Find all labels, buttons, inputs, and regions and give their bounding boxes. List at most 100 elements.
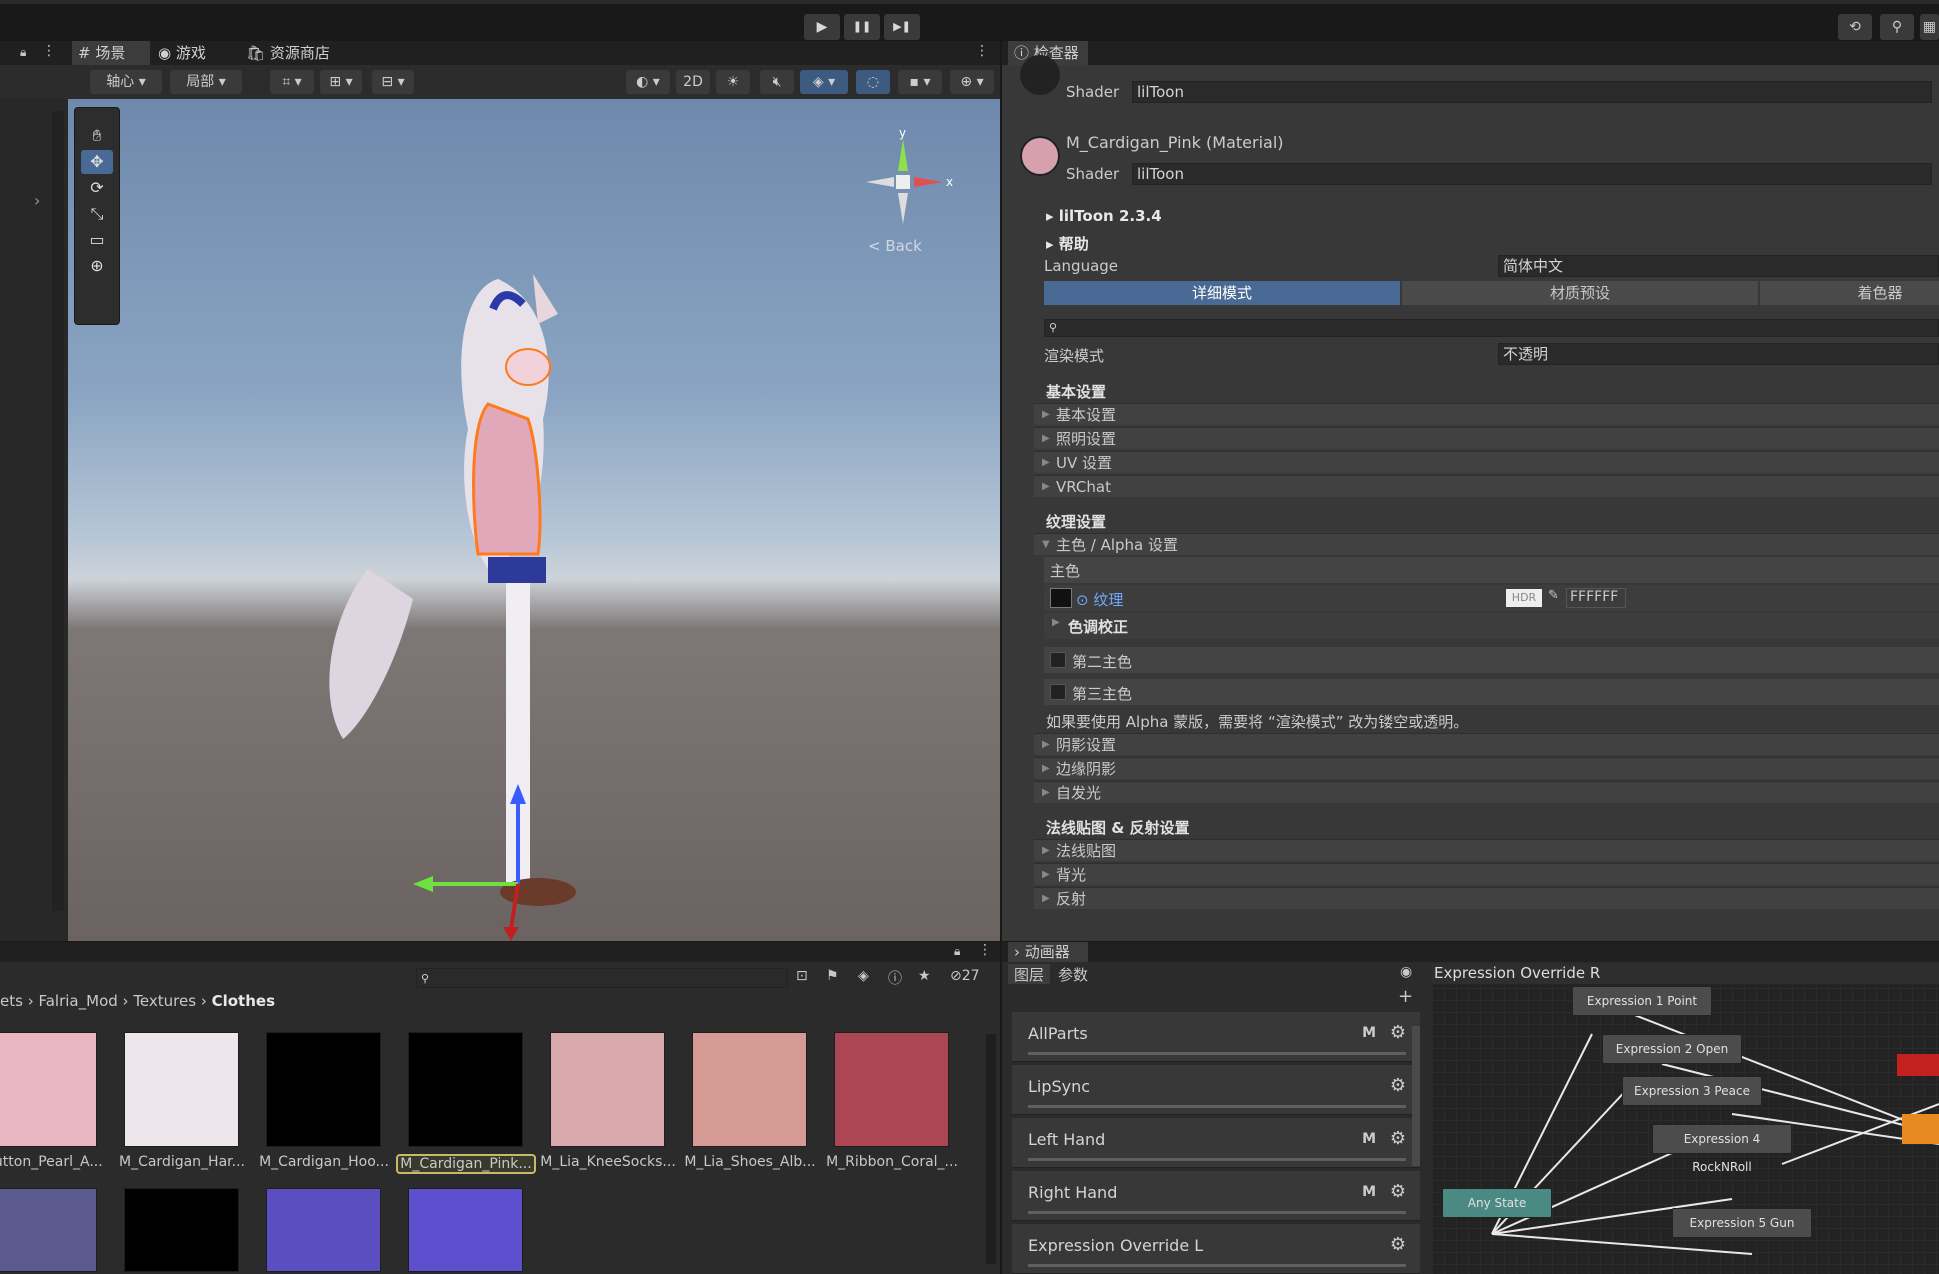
search-icon[interactable]: ⚲	[1880, 14, 1914, 40]
project-scrollbar[interactable]	[986, 1034, 996, 1264]
gizmo-z-arrow[interactable]	[503, 927, 519, 941]
lock-icon[interactable]: 🔒︎	[954, 944, 960, 959]
foldout-vrchat[interactable]: ▶ VRChat	[1034, 475, 1939, 497]
chevron-right-icon[interactable]: ›	[34, 191, 40, 210]
property-search-input[interactable]: ⚲	[1044, 319, 1939, 337]
hdr-badge[interactable]: HDR	[1506, 589, 1542, 607]
layer-weight-bar[interactable]	[1028, 1052, 1406, 1055]
gear-icon[interactable]: ⚙	[1390, 1234, 1406, 1255]
tab-material-preset[interactable]: 材质预设	[1402, 281, 1758, 305]
foldout-rim[interactable]: ▶ 边缘阴影	[1034, 757, 1939, 779]
visibility-toggle[interactable]: ◌	[856, 70, 890, 94]
filter-type-icon[interactable]: ⊡	[796, 968, 808, 984]
hand-tool-icon[interactable]: ✋︎	[81, 124, 113, 148]
state-graph[interactable]: Expression Override R Expression 1 Point…	[1432, 964, 1939, 1274]
add-layer-icon[interactable]: +	[1398, 986, 1413, 1007]
grid-snap-button[interactable]: ⌗ ▾	[270, 70, 314, 94]
effects-dropdown[interactable]: ◈ ▾	[800, 70, 848, 94]
history-icon[interactable]: ⟲	[1838, 14, 1872, 40]
project-search-input[interactable]: ⚲	[416, 968, 788, 988]
layer-weight-bar[interactable]	[1028, 1105, 1406, 1108]
foldout-backlight[interactable]: ▶ 背光	[1034, 863, 1939, 885]
animator-layer[interactable]: Right Hand M ⚙	[1012, 1171, 1420, 1221]
rect-tool-icon[interactable]: ▭	[81, 228, 113, 252]
foldout-emission[interactable]: ▶ 自发光	[1034, 781, 1939, 803]
foldout-shadow[interactable]: ▶ 阴影设置	[1034, 733, 1939, 755]
texture-label[interactable]: ⊙ 纹理	[1076, 589, 1123, 610]
color-hex-field[interactable]: FFFFFF	[1566, 588, 1626, 608]
pivot-dropdown[interactable]: 轴心 ▾	[90, 70, 162, 94]
2d-toggle[interactable]: 2D	[676, 70, 710, 94]
render-mode-dropdown[interactable]: 不透明	[1498, 343, 1939, 365]
asset-label[interactable]: _Button_Pearl_A...	[0, 1154, 110, 1170]
step-button[interactable]: ▶❚	[884, 14, 920, 40]
language-dropdown[interactable]: 简体中文	[1498, 255, 1939, 277]
asset-thumbnail[interactable]	[550, 1032, 665, 1147]
local-dropdown[interactable]: 局部 ▾	[170, 70, 242, 94]
orientation-neg-x-cone[interactable]	[866, 177, 894, 187]
prev-shader-field[interactable]: lilToon	[1132, 81, 1932, 103]
tab-parameters[interactable]: 参数	[1052, 964, 1094, 984]
tab-scene[interactable]: # 场景	[72, 41, 150, 65]
tag-icon[interactable]: ◈	[858, 968, 869, 984]
play-button[interactable]: ▶	[804, 14, 840, 40]
breadcrumb-item[interactable]: Clothes	[212, 992, 275, 1010]
breadcrumb-item[interactable]: Textures	[133, 992, 196, 1010]
asset-thumbnail[interactable]	[0, 1032, 97, 1147]
lighting-toggle[interactable]: ☀	[716, 70, 750, 94]
transform-tool-icon[interactable]: ⊕	[81, 254, 113, 278]
foldout-basic[interactable]: ▶ 基本设置	[1034, 403, 1939, 425]
asset-thumbnail[interactable]	[692, 1032, 807, 1147]
foldout-reflection[interactable]: ▶ 反射	[1034, 887, 1939, 909]
increment-snap-button[interactable]: ⊞ ▾	[320, 70, 362, 94]
pause-button[interactable]: ❚❚	[844, 14, 880, 40]
red-state[interactable]	[1897, 1054, 1939, 1076]
scale-tool-icon[interactable]: ⤡	[81, 202, 113, 226]
menu-icon[interactable]: ⋮	[42, 43, 56, 59]
tab-detail-mode[interactable]: 详细模式	[1044, 281, 1400, 305]
move-tool-icon[interactable]: ✥	[81, 150, 113, 174]
vertex-snap-button[interactable]: ⊟ ▾	[372, 70, 414, 94]
asset-thumbnail[interactable]	[0, 1188, 97, 1272]
texture-thumbnail[interactable]	[1050, 588, 1072, 608]
asset-thumbnail[interactable]	[124, 1188, 239, 1272]
second-color-checkbox[interactable]	[1050, 652, 1066, 668]
orange-state[interactable]	[1902, 1114, 1939, 1144]
foldout-lighting[interactable]: ▶ 照明设置	[1034, 427, 1939, 449]
state-node[interactable]: Expression 2 Open	[1602, 1034, 1742, 1064]
asset-label[interactable]: M_Cardigan_Hoo...	[254, 1154, 394, 1170]
foldout-main-alpha[interactable]: ▼ 主色 / Alpha 设置	[1034, 533, 1939, 555]
breadcrumb-item[interactable]: Falria_Mod	[38, 992, 117, 1010]
menu-icon[interactable]: ⋮	[975, 43, 989, 59]
state-node[interactable]: Expression 5 Gun	[1672, 1208, 1812, 1238]
gear-icon[interactable]: ⚙	[1390, 1181, 1406, 1202]
gear-icon[interactable]: ⚙	[1390, 1128, 1406, 1149]
animator-layer[interactable]: AllParts M ⚙	[1012, 1012, 1420, 1062]
scene-viewport[interactable]: y x < Back	[68, 99, 1000, 941]
animator-layer[interactable]: Left Hand M ⚙	[1012, 1118, 1420, 1168]
any-state-node[interactable]: Any State	[1442, 1188, 1552, 1218]
foldout-uv[interactable]: ▶ UV 设置	[1034, 451, 1939, 473]
layout-icon[interactable]: ▦	[1920, 14, 1939, 40]
tab-layers[interactable]: 图层	[1008, 964, 1050, 984]
third-color-checkbox[interactable]	[1050, 684, 1066, 700]
asset-label[interactable]: M_Lia_KneeSocks...	[538, 1154, 678, 1170]
audio-toggle[interactable]: 🔇︎	[760, 70, 794, 94]
asset-label[interactable]: M_Cardigan_Har...	[112, 1154, 252, 1170]
asset-thumbnail[interactable]	[834, 1032, 949, 1147]
tab-shader-setting[interactable]: 着色器	[1760, 281, 1939, 305]
tab-asset-store[interactable]: 🛍︎ 资源商店	[240, 41, 340, 65]
layer-weight-bar[interactable]	[1028, 1158, 1406, 1161]
version-foldout[interactable]: ▸ lilToon 2.3.4	[1046, 207, 1162, 225]
orientation-x-cone[interactable]	[914, 177, 943, 187]
rotate-tool-icon[interactable]: ⟳	[81, 176, 113, 200]
layer-weight-bar[interactable]	[1028, 1264, 1406, 1267]
layer-scrollbar[interactable]	[1412, 1026, 1420, 1166]
state-node[interactable]: Expression 1 Point	[1572, 986, 1712, 1016]
gear-icon[interactable]: ⚙	[1390, 1022, 1406, 1043]
lock-icon[interactable]: 🔒︎	[20, 45, 26, 60]
view-back-label[interactable]: < Back	[868, 237, 922, 255]
shader-field[interactable]: lilToon	[1132, 163, 1932, 185]
tab-game[interactable]: ◉ 游戏	[152, 41, 232, 65]
hidden-count[interactable]: ⊘27	[950, 968, 980, 984]
